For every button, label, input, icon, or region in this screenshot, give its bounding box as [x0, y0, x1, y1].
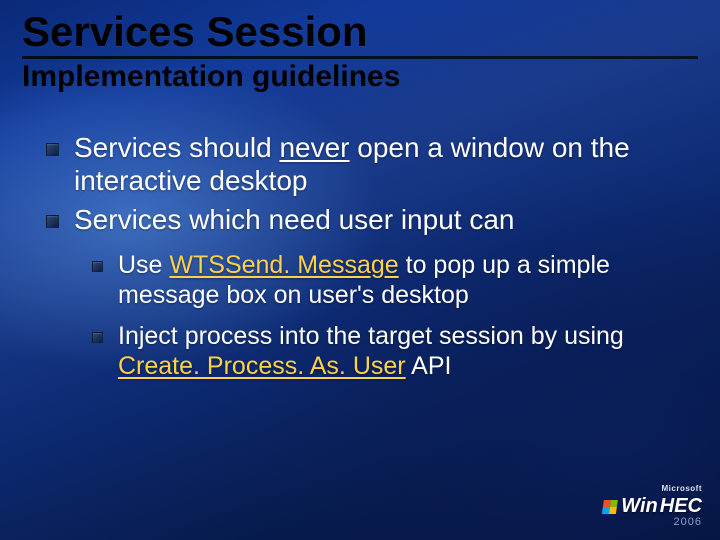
footer-logo: Microsoft WinHEC 2006 [603, 485, 702, 528]
brand-hec: HEC [660, 496, 702, 516]
bullet-2-text: Services which need user input can [74, 204, 514, 235]
bullet-2a-api: WTSSend. Message [169, 251, 398, 279]
bullet-2b-post: API [406, 352, 452, 380]
bullet-2b-pre: Inject process into the target session b… [118, 322, 624, 350]
bullet-2a: Use WTSSend. Message to pop up a simple … [118, 250, 690, 311]
microsoft-label: Microsoft [603, 485, 702, 493]
bullet-2: Services which need user input can Use W… [74, 203, 690, 382]
title-underline [22, 56, 698, 59]
bullet-1: Services should never open a window on t… [74, 131, 690, 197]
bullet-list-level2: Use WTSSend. Message to pop up a simple … [118, 250, 690, 382]
bullet-1-underline: never [279, 132, 349, 163]
footer-year: 2006 [603, 517, 702, 528]
bullet-2a-pre: Use [118, 251, 169, 279]
winhec-brand: WinHEC [603, 496, 702, 516]
windows-flag-icon [602, 500, 618, 514]
slide-content: Services should never open a window on t… [0, 93, 720, 382]
brand-win: Win [621, 496, 657, 516]
bullet-2b: Inject process into the target session b… [118, 321, 690, 382]
slide: Services Session Implementation guidelin… [0, 0, 720, 540]
slide-title: Services Session [0, 10, 720, 54]
bullet-list-level1: Services should never open a window on t… [74, 131, 690, 382]
bullet-2b-api: Create. Process. As. User [118, 352, 406, 380]
slide-subtitle: Implementation guidelines [0, 61, 720, 93]
bullet-1-text-pre: Services should [74, 132, 279, 163]
